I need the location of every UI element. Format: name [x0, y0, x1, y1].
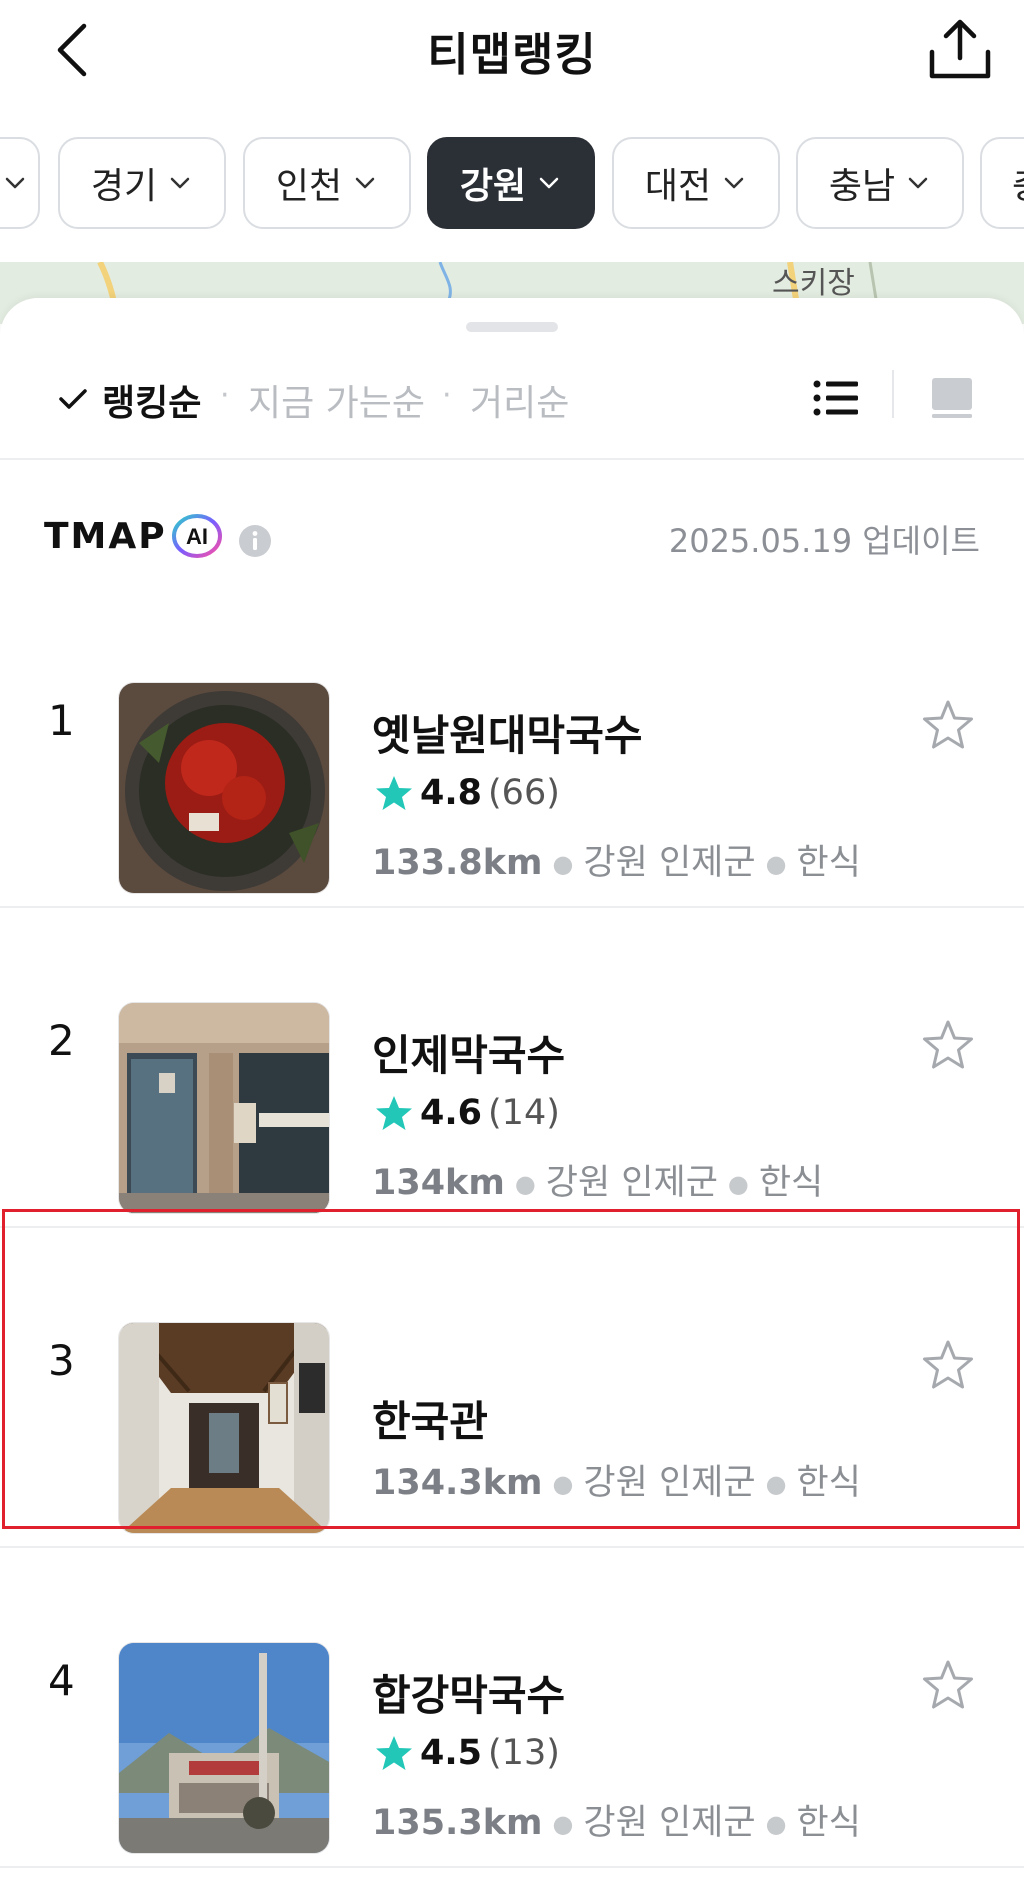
category: 한식: [796, 843, 861, 883]
sort-option-now[interactable]: 지금 가는순: [248, 374, 425, 426]
map-label: 스키장: [772, 266, 855, 301]
divider: [0, 1866, 1024, 1868]
chevron-down-icon: [355, 177, 375, 189]
region-chip-label: 충: [1012, 157, 1024, 209]
region-chip-gyeonggi[interactable]: 경기: [58, 137, 226, 229]
rating: 4.6 (14): [374, 1090, 560, 1136]
page-title: 티맵랭킹: [427, 28, 597, 81]
category: 한식: [796, 1803, 861, 1843]
review-count: (66): [488, 773, 560, 813]
rating-value: 4.8: [420, 773, 483, 813]
ai-badge-text: AI: [186, 524, 208, 549]
review-count: (13): [488, 1733, 560, 1773]
ranking-sheet: 랭킹순 · 지금 가는순 · 거리순 TMAP AI 2025.05.19 업데…: [0, 298, 1024, 1894]
rating: 4.8 (66): [374, 770, 560, 816]
restaurant-name: 인제막국수: [372, 1031, 566, 1080]
rating-value: 4.5: [420, 1733, 483, 1773]
sort-option-ranking[interactable]: 랭킹순: [102, 374, 201, 426]
favorite-star-icon[interactable]: [920, 1338, 976, 1394]
favorite-star-icon[interactable]: [920, 698, 976, 754]
restaurant-thumbnail: [118, 1642, 330, 1854]
ranking-item[interactable]: 3 한국관 134.3km ● 강원 인제군 ● 한식: [0, 1228, 1024, 1548]
divider: [0, 458, 1024, 460]
review-count: (14): [488, 1093, 560, 1133]
favorite-star-icon[interactable]: [920, 1658, 976, 1714]
card-view-icon[interactable]: [930, 376, 974, 420]
rank-number: 4: [48, 1656, 75, 1705]
rank-number: 1: [48, 696, 75, 745]
sort-separator: ·: [442, 378, 452, 413]
region: 강원 인제군: [583, 1463, 756, 1503]
chevron-down-icon: [724, 177, 744, 189]
share-icon[interactable]: [926, 16, 994, 84]
rank-number: 3: [48, 1336, 75, 1385]
ai-logo-icon: AI: [172, 514, 222, 558]
chevron-down-icon: [539, 177, 559, 189]
info-icon[interactable]: [238, 524, 272, 558]
category: 한식: [796, 1463, 861, 1503]
restaurant-thumbnail: [118, 1322, 330, 1534]
region: 강원 인제군: [583, 1803, 756, 1843]
region-chip-partial[interactable]: 충: [980, 137, 1024, 229]
header: 티맵랭킹: [0, 0, 1024, 108]
restaurant-thumbnail: [118, 1002, 330, 1214]
restaurant-meta: 133.8km ● 강원 인제군 ● 한식: [372, 843, 861, 883]
favorite-star-icon[interactable]: [920, 1018, 976, 1074]
distance: 133.8km: [372, 843, 543, 883]
rating-value: 4.6: [420, 1093, 483, 1133]
sort-option-distance[interactable]: 거리순: [470, 374, 569, 426]
update-date: 2025.05.19 업데이트: [668, 522, 980, 560]
ranking-item[interactable]: 4 합강막국수 4.5 (13) 135.3km ● 강원 인제군 ● 한식: [0, 1548, 1024, 1868]
region-chip-label: 강원: [459, 166, 527, 207]
tmap-logo: TMAP: [44, 516, 167, 557]
drag-handle[interactable]: [466, 322, 558, 332]
distance: 134.3km: [372, 1463, 543, 1503]
region-chip-label: 대전: [644, 166, 712, 207]
restaurant-meta: 134km ● 강원 인제군 ● 한식: [372, 1163, 824, 1203]
star-filled-icon: [376, 776, 412, 810]
view-divider: [892, 370, 894, 418]
region: 강원 인제군: [583, 843, 756, 883]
rank-number: 2: [48, 1016, 75, 1065]
chevron-down-icon: [170, 177, 190, 189]
restaurant-name: 한국관: [372, 1397, 488, 1446]
rating: 4.5 (13): [374, 1730, 560, 1776]
distance: 134km: [372, 1163, 505, 1203]
region-chip-daejeon[interactable]: 대전: [612, 137, 780, 229]
star-filled-icon: [376, 1096, 412, 1130]
list-view-icon[interactable]: [812, 376, 860, 420]
ranking-item[interactable]: 1 옛날원대막국수 4.8 (66) 133.8km ● 강원 인제군 ● 한식: [0, 588, 1024, 908]
region-chip-gangwon[interactable]: 강원: [427, 137, 595, 229]
region-filter-bar: 경기 인천 강원 대전 충남 충: [0, 134, 1024, 234]
region-chip-incheon[interactable]: 인천: [243, 137, 411, 229]
sort-separator: ·: [220, 378, 230, 413]
distance: 135.3km: [372, 1803, 543, 1843]
check-icon: [59, 389, 87, 409]
region-chip-chungnam[interactable]: 충남: [796, 137, 964, 229]
restaurant-meta: 134.3km ● 강원 인제군 ● 한식: [372, 1463, 861, 1503]
region: 강원 인제군: [545, 1163, 718, 1203]
region-chip-label: 인천: [275, 166, 343, 207]
restaurant-name: 옛날원대막국수: [372, 711, 643, 760]
restaurant-thumbnail: [118, 682, 330, 894]
chevron-down-icon: [5, 177, 25, 189]
chevron-down-icon: [908, 177, 928, 189]
restaurant-meta: 135.3km ● 강원 인제군 ● 한식: [372, 1803, 861, 1843]
region-chip-label: 경기: [90, 166, 158, 207]
region-chip-partial[interactable]: [0, 137, 40, 229]
restaurant-name: 합강막국수: [372, 1671, 566, 1720]
region-chip-label: 충남: [828, 166, 896, 207]
ranking-item[interactable]: 2 인제막국수 4.6 (14) 134km ● 강원 인제군 ● 한식: [0, 908, 1024, 1228]
star-filled-icon: [376, 1736, 412, 1770]
category: 한식: [758, 1163, 824, 1203]
